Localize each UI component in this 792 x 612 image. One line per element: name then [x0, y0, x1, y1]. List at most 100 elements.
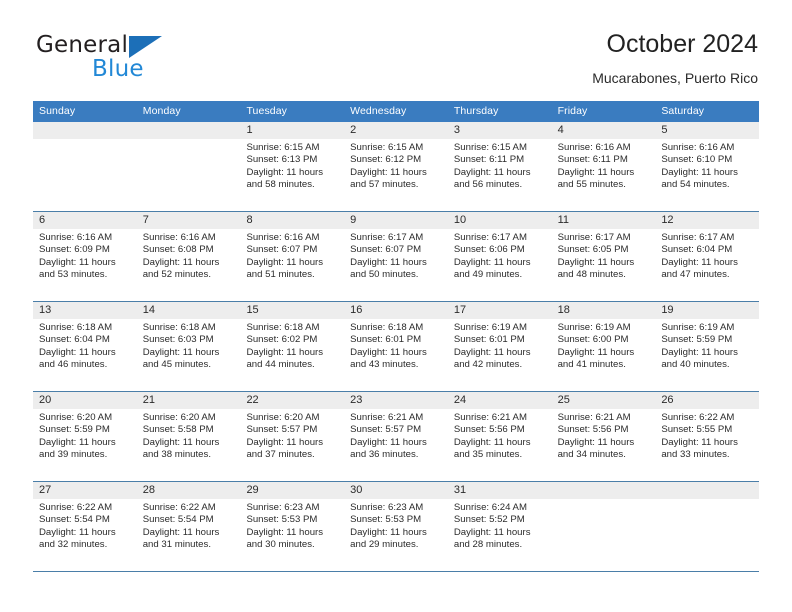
week-row: 6 Sunrise: 6:16 AM Sunset: 6:09 PM Dayli…: [33, 212, 759, 302]
day-number: 5: [661, 124, 668, 136]
day-cell[interactable]: 27 Sunrise: 6:22 AM Sunset: 5:54 PM Dayl…: [33, 482, 137, 571]
day-cell[interactable]: 19 Sunrise: 6:19 AM Sunset: 5:59 PM Dayl…: [655, 302, 759, 391]
day-cell[interactable]: 31 Sunrise: 6:24 AM Sunset: 5:52 PM Dayl…: [448, 482, 552, 571]
daylight-text-line2: and 45 minutes.: [142, 359, 211, 371]
sunset-text: Sunset: 5:55 PM: [661, 424, 733, 436]
sunset-text: Sunset: 5:53 PM: [246, 514, 318, 526]
day-cell[interactable]: [552, 482, 656, 571]
day-details: Sunrise: 6:17 AM Sunset: 6:07 PM Dayligh…: [350, 232, 442, 282]
day-cell[interactable]: 25 Sunrise: 6:21 AM Sunset: 5:56 PM Dayl…: [552, 392, 656, 481]
day-cell[interactable]: 4 Sunrise: 6:16 AM Sunset: 6:11 PM Dayli…: [552, 122, 656, 211]
day-cell[interactable]: [655, 482, 759, 571]
daylight-text-line1: Daylight: 11 hours: [246, 256, 324, 268]
day-details: Sunrise: 6:16 AM Sunset: 6:11 PM Dayligh…: [558, 142, 650, 192]
sunset-text: Sunset: 5:57 PM: [246, 424, 318, 436]
day-cell[interactable]: 10 Sunrise: 6:17 AM Sunset: 6:06 PM Dayl…: [448, 212, 552, 301]
daylight-text-line2: and 53 minutes.: [39, 269, 108, 281]
day-cell[interactable]: [33, 122, 137, 211]
daylight-text-line2: and 34 minutes.: [557, 449, 626, 461]
day-cell[interactable]: 30 Sunrise: 6:23 AM Sunset: 5:53 PM Dayl…: [344, 482, 448, 571]
day-cell[interactable]: 6 Sunrise: 6:16 AM Sunset: 6:09 PM Dayli…: [33, 212, 137, 301]
sunset-text: Sunset: 6:04 PM: [661, 244, 733, 256]
day-cell[interactable]: 20 Sunrise: 6:20 AM Sunset: 5:59 PM Dayl…: [33, 392, 137, 481]
day-cell[interactable]: 26 Sunrise: 6:22 AM Sunset: 5:55 PM Dayl…: [655, 392, 759, 481]
daylight-text-line1: Daylight: 11 hours: [39, 256, 116, 268]
sunset-text: Sunset: 6:02 PM: [246, 334, 318, 346]
daylight-text-line1: Daylight: 11 hours: [557, 166, 635, 178]
day-cell[interactable]: 15 Sunrise: 6:18 AM Sunset: 6:02 PM Dayl…: [240, 302, 344, 391]
day-number: 21: [142, 394, 155, 406]
week-row: 27 Sunrise: 6:22 AM Sunset: 5:54 PM Dayl…: [33, 482, 759, 572]
day-number: 26: [661, 394, 674, 406]
daylight-text-line1: Daylight: 11 hours: [350, 346, 427, 358]
daylight-text-line1: Daylight: 11 hours: [453, 256, 531, 268]
daylight-text-line1: Daylight: 11 hours: [39, 346, 116, 358]
sunset-text: Sunset: 6:07 PM: [350, 244, 422, 256]
day-cell[interactable]: 7 Sunrise: 6:16 AM Sunset: 6:08 PM Dayli…: [137, 212, 241, 301]
day-cell[interactable]: 12 Sunrise: 6:17 AM Sunset: 6:04 PM Dayl…: [655, 212, 759, 301]
day-details: Sunrise: 6:16 AM Sunset: 6:10 PM Dayligh…: [661, 142, 753, 192]
day-cell[interactable]: 1 Sunrise: 6:15 AM Sunset: 6:13 PM Dayli…: [240, 122, 344, 211]
sunrise-text: Sunrise: 6:16 AM: [661, 142, 735, 153]
sunset-text: Sunset: 5:59 PM: [39, 424, 110, 436]
day-cell[interactable]: 29 Sunrise: 6:23 AM Sunset: 5:53 PM Dayl…: [240, 482, 344, 571]
day-cell[interactable]: 18 Sunrise: 6:19 AM Sunset: 6:00 PM Dayl…: [552, 302, 656, 391]
day-cell[interactable]: [137, 122, 241, 211]
daylight-text-line1: Daylight: 11 hours: [246, 346, 324, 358]
day-details: Sunrise: 6:17 AM Sunset: 6:06 PM Dayligh…: [454, 232, 546, 282]
day-number: 19: [661, 304, 674, 316]
day-cell[interactable]: 3 Sunrise: 6:15 AM Sunset: 6:11 PM Dayli…: [448, 122, 552, 211]
sunrise-text: Sunrise: 6:19 AM: [557, 322, 631, 333]
day-details: Sunrise: 6:23 AM Sunset: 5:53 PM Dayligh…: [246, 502, 338, 552]
daylight-text-line2: and 42 minutes.: [453, 359, 523, 371]
daylight-text-line2: and 44 minutes.: [246, 359, 315, 371]
day-cell[interactable]: 5 Sunrise: 6:16 AM Sunset: 6:10 PM Dayli…: [655, 122, 759, 211]
day-cell[interactable]: 14 Sunrise: 6:18 AM Sunset: 6:03 PM Dayl…: [137, 302, 241, 391]
daylight-text-line2: and 48 minutes.: [557, 269, 626, 281]
day-number: 12: [661, 214, 674, 226]
day-number: 17: [453, 304, 467, 316]
day-details: Sunrise: 6:19 AM Sunset: 6:00 PM Dayligh…: [558, 322, 650, 372]
sunrise-text: Sunrise: 6:15 AM: [453, 142, 527, 153]
day-cell[interactable]: 2 Sunrise: 6:15 AM Sunset: 6:12 PM Dayli…: [344, 122, 448, 211]
day-cell[interactable]: 9 Sunrise: 6:17 AM Sunset: 6:07 PM Dayli…: [344, 212, 448, 301]
week-row: 13 Sunrise: 6:18 AM Sunset: 6:04 PM Dayl…: [33, 302, 759, 392]
day-number: [558, 482, 650, 499]
daylight-text-line2: and 35 minutes.: [453, 449, 523, 461]
day-cell[interactable]: 21 Sunrise: 6:20 AM Sunset: 5:58 PM Dayl…: [137, 392, 241, 481]
sunrise-text: Sunrise: 6:21 AM: [453, 412, 527, 423]
sunrise-text: Sunrise: 6:21 AM: [557, 412, 631, 423]
day-number: 27: [39, 484, 52, 496]
day-number: 9: [350, 214, 357, 226]
day-cell[interactable]: 13 Sunrise: 6:18 AM Sunset: 6:04 PM Dayl…: [33, 302, 137, 391]
day-details: Sunrise: 6:21 AM Sunset: 5:56 PM Dayligh…: [454, 412, 546, 462]
day-number: 23: [350, 394, 363, 406]
day-cell[interactable]: 28 Sunrise: 6:22 AM Sunset: 5:54 PM Dayl…: [137, 482, 241, 571]
day-cell[interactable]: 17 Sunrise: 6:19 AM Sunset: 6:01 PM Dayl…: [448, 302, 552, 391]
daylight-text-line2: and 43 minutes.: [350, 359, 419, 371]
day-cell[interactable]: 8 Sunrise: 6:16 AM Sunset: 6:07 PM Dayli…: [240, 212, 344, 301]
day-details: Sunrise: 6:22 AM Sunset: 5:54 PM Dayligh…: [143, 502, 235, 552]
sunrise-text: Sunrise: 6:17 AM: [661, 232, 735, 243]
sunset-text: Sunset: 6:07 PM: [246, 244, 318, 256]
daylight-text-line1: Daylight: 11 hours: [661, 436, 738, 448]
day-cell[interactable]: 22 Sunrise: 6:20 AM Sunset: 5:57 PM Dayl…: [240, 392, 344, 481]
daylight-text-line1: Daylight: 11 hours: [453, 436, 531, 448]
day-cell[interactable]: 11 Sunrise: 6:17 AM Sunset: 6:05 PM Dayl…: [552, 212, 656, 301]
page-title: October 2024: [606, 30, 759, 58]
sunset-text: Sunset: 6:12 PM: [350, 154, 422, 166]
daylight-text-line2: and 51 minutes.: [246, 269, 315, 281]
day-cell[interactable]: 23 Sunrise: 6:21 AM Sunset: 5:57 PM Dayl…: [344, 392, 448, 481]
day-cell[interactable]: 24 Sunrise: 6:21 AM Sunset: 5:56 PM Dayl…: [448, 392, 552, 481]
week-row: 1 Sunrise: 6:15 AM Sunset: 6:13 PM Dayli…: [33, 122, 759, 212]
day-number: 28: [142, 484, 155, 496]
sunrise-text: Sunrise: 6:15 AM: [350, 142, 424, 153]
sunrise-text: Sunrise: 6:21 AM: [350, 412, 424, 423]
weekday-header-saturday: Saturday: [661, 105, 705, 117]
day-details: Sunrise: 6:17 AM Sunset: 6:05 PM Dayligh…: [558, 232, 650, 282]
day-cell[interactable]: 16 Sunrise: 6:18 AM Sunset: 6:01 PM Dayl…: [344, 302, 448, 391]
sunset-text: Sunset: 5:58 PM: [142, 424, 214, 436]
day-details: Sunrise: 6:19 AM Sunset: 6:01 PM Dayligh…: [454, 322, 546, 372]
sunset-text: Sunset: 6:13 PM: [246, 154, 318, 166]
general-blue-logo[interactable]: General Blue: [36, 32, 216, 84]
